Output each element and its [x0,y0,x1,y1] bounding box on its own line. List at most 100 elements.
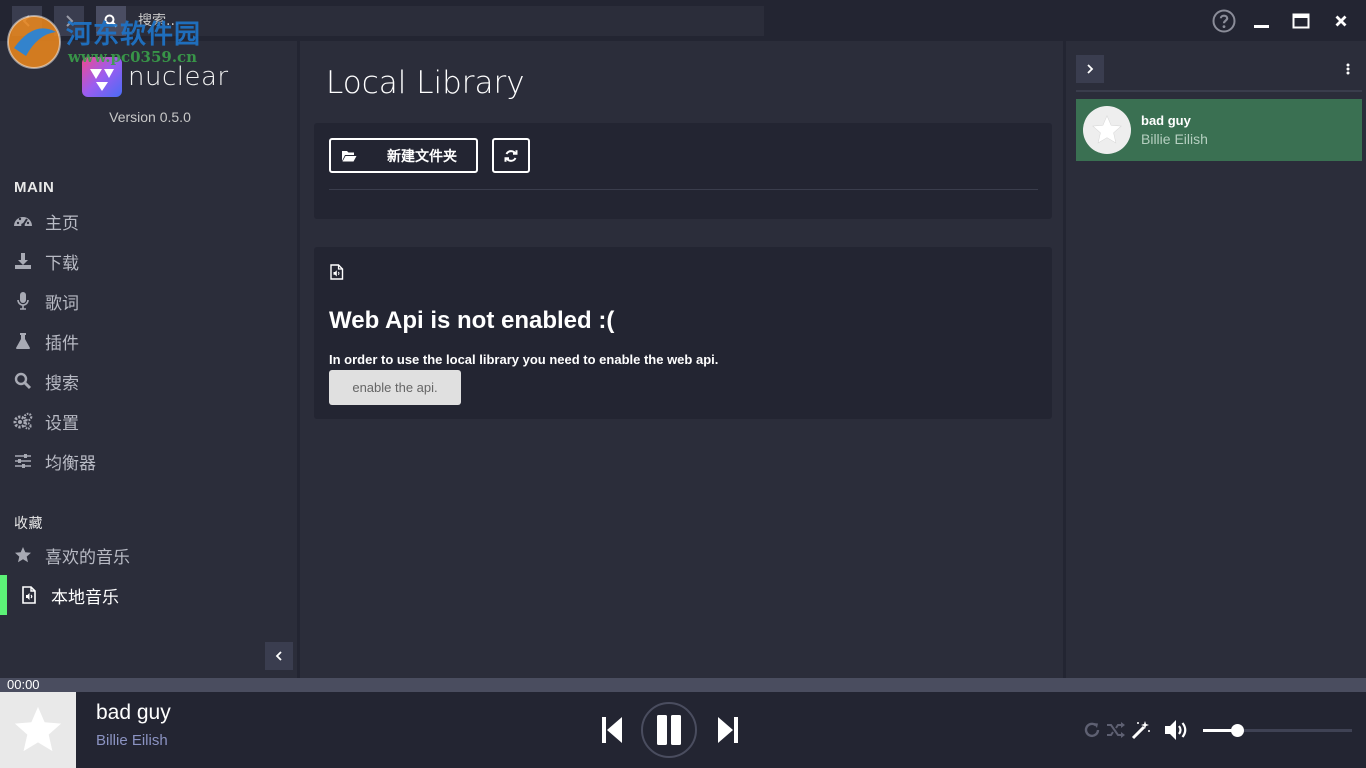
version-label: Version 0.5.0 [109,109,191,125]
sidebar-item-home[interactable]: 主页 [0,201,297,241]
sidebar-item-label: 搜索 [45,373,79,394]
sidebar: nuclear Version 0.5.0 MAIN 主页 下载 歌词 插件 搜… [0,41,300,678]
sidebar-item-label: 下载 [45,253,79,274]
volume-slider[interactable] [1203,724,1352,737]
collapse-sidebar-button[interactable] [265,642,293,670]
brand: nuclear [82,57,229,97]
player-bar: bad guy Billie Eilish [0,692,1366,768]
help-button[interactable] [1211,9,1237,33]
nuclear-logo-icon [82,57,122,97]
main-content: Local Library 新建文件夹 Web Api is not enabl… [300,41,1063,678]
star-icon [1092,115,1122,144]
skip-back-icon [602,717,622,743]
back-button[interactable] [12,6,42,36]
divider [1076,90,1362,92]
sidebar-item-local-library[interactable]: 本地音乐 [0,575,297,615]
sidebar-item-label: 喜欢的音乐 [45,547,130,568]
shuffle-button[interactable] [1105,720,1127,740]
seek-bar[interactable] [0,678,1366,692]
sidebar-item-favorites[interactable]: 喜欢的音乐 [0,535,297,575]
cover-art [0,692,76,768]
chevron-left-icon [22,15,30,27]
search-icon [12,370,34,392]
more-vertical-icon [1346,63,1350,75]
top-bar [0,0,1366,41]
sidebar-item-search[interactable]: 搜索 [0,361,297,401]
queue-item-thumbnail [1083,106,1131,154]
collection-section-label: 收藏 [14,516,43,532]
now-playing-artist: Billie Eilish [96,732,168,749]
minimize-button[interactable] [1248,9,1274,33]
add-folder-button[interactable]: 新建文件夹 [329,138,478,173]
previous-track-button[interactable] [598,714,626,746]
queue-item[interactable]: bad guy Billie Eilish [1076,99,1362,161]
help-icon [1212,9,1236,33]
sidebar-item-downloads[interactable]: 下载 [0,241,297,281]
volume-handle[interactable] [1231,724,1245,737]
pause-icon [657,715,681,745]
audio-file-icon [18,584,40,606]
close-button[interactable] [1328,9,1354,33]
volume-icon [1165,720,1187,740]
enable-api-button[interactable]: enable the api. [329,370,461,405]
search-box [126,6,764,36]
web-api-error-card: Web Api is not enabled :( In order to us… [314,247,1052,419]
current-time: 00:00 [7,677,40,692]
sidebar-item-label: 歌词 [45,293,79,314]
sidebar-item-plugins[interactable]: 插件 [0,321,297,361]
autoradio-button[interactable] [1130,719,1152,741]
sidebar-item-label: 本地音乐 [51,587,119,608]
sidebar-item-label: 均衡器 [45,453,96,474]
queue-menu-button[interactable] [1338,61,1358,77]
microphone-icon [12,290,34,312]
sidebar-item-settings[interactable]: 设置 [0,401,297,441]
minimize-icon [1254,25,1269,28]
download-icon [12,250,34,272]
page-title: Local Library [326,65,525,101]
folder-open-icon [342,150,357,161]
error-title: Web Api is not enabled :( [329,307,615,334]
search-button[interactable] [96,6,126,36]
refresh-button[interactable] [492,138,530,173]
chevron-left-icon [275,651,282,661]
mute-button[interactable] [1163,718,1191,742]
forward-button[interactable] [54,6,84,36]
flask-icon [12,330,34,352]
error-description: In order to use the local library you ne… [329,352,719,367]
now-playing-title: bad guy [96,701,171,724]
star-icon [12,544,34,566]
library-toolbar-card: 新建文件夹 [314,123,1052,219]
pause-button[interactable] [641,702,697,758]
chevron-right-icon [1087,64,1094,74]
sidebar-item-lyrics[interactable]: 歌词 [0,281,297,321]
refresh-icon [504,149,518,162]
brand-name: nuclear [128,62,229,92]
repeat-button[interactable] [1082,720,1102,740]
equalizer-icon [12,450,34,472]
sidebar-item-equalizer[interactable]: 均衡器 [0,441,297,481]
add-folder-label: 新建文件夹 [387,148,457,165]
queue-item-title: bad guy [1141,113,1191,128]
divider [329,189,1038,190]
search-input[interactable] [138,13,764,29]
audio-file-icon [330,264,344,280]
skip-forward-icon [718,717,738,743]
gears-icon [12,410,34,432]
sidebar-item-label: 设置 [45,413,79,434]
queue-panel: bad guy Billie Eilish [1063,41,1366,678]
chevron-right-icon [66,15,74,27]
maximize-icon [1292,13,1310,29]
search-icon [104,14,118,28]
queue-item-artist: Billie Eilish [1141,131,1208,147]
sidebar-item-label: 插件 [45,333,79,354]
dashboard-icon [12,210,34,232]
star-icon [14,706,62,752]
next-track-button[interactable] [714,714,742,746]
sidebar-item-label: 主页 [45,213,79,234]
shuffle-icon [1107,722,1125,738]
maximize-button[interactable] [1288,9,1314,33]
main-section-label: MAIN [14,179,55,196]
magic-wand-icon [1131,721,1150,740]
repeat-icon [1084,722,1100,738]
collapse-queue-button[interactable] [1076,55,1104,83]
